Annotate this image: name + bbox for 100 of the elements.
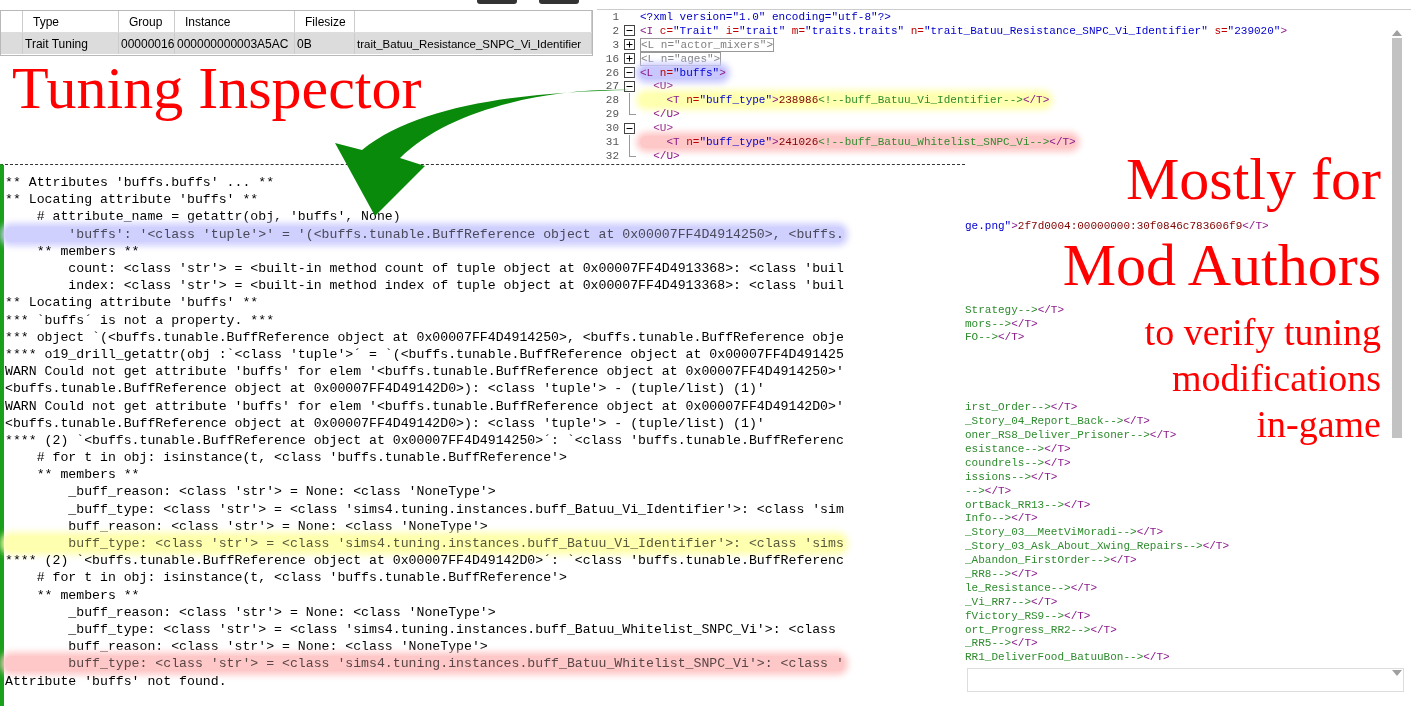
code-line: </U> [652,149,680,162]
toolbar-button[interactable] [539,0,579,4]
table-cell: 000000000003A5AC [175,33,295,54]
log-line: count: <class 'str'> = <built-in method count of tuple object at 0x00007FF4D4913368>: <class 'buil [67,261,844,277]
line-number: 28 [604,94,619,107]
scrollbar-thumb[interactable] [1392,38,1402,438]
line-number: 30 [604,122,619,135]
log-line: buff_reason: <class 'str'> = None: <class 'NoneType'> [67,518,488,534]
annotation-text: modifications [1172,356,1381,401]
code-line: <T n="buff_type">238986<!--buff_Batuu_Vi_Identifier--></T> [640,94,1050,107]
log-line: *** `buffs´ is not a property. *** [5,312,275,328]
scroll-down-icon[interactable] [1392,670,1402,676]
collapse-icon[interactable] [624,67,635,78]
log-line: # attribute_name = getattr(obj, 'buffs', None) [35,209,401,225]
column-header[interactable]: Filesize [295,11,355,32]
log-line: ** members ** [35,587,140,603]
code-line: RR1_DeliverFood_BatuuBon--></T> [965,651,1170,664]
code-line: <I c="Trait" i="trait" m="traits.traits" n="trait_Batuu_Resistance_SNPC_Vi_Identifier" s="239020"> [640,24,1287,37]
code-line: Strategy--></T> [965,303,1065,316]
code-line: ortBack_RR13--></T> [965,498,1091,511]
code-line: _Abandon_FirstOrder--></T> [965,554,1137,567]
log-line: WARN Could not get attribute 'buffs' for elem '<buffs.tunable.BuffReference object at 0x00007FF4D4914250>' [5,364,844,380]
code-line: le_Resistance--></T> [965,581,1098,594]
table-cell: Trait Tuning [23,33,119,54]
log-line: 'buffs': '<class 'tuple'>' = '(<buffs.tunable.BuffReference object at 0x00007FF4D4914250>, <buffs. [5,226,844,242]
code-line: _Vi_RR7--></T> [965,595,1058,608]
scroll-up-icon[interactable] [1392,30,1402,36]
log-line: <buffs.tunable.BuffReference object at 0x00007FF4D49142D0>): <class 'tuple'> - (tuple/list) (1)' [5,381,765,397]
code-line: coundrels--></T> [965,456,1071,469]
log-line: _buff_reason: <class 'str'> = None: <class 'NoneType'> [67,604,496,620]
code-line: </U> [652,108,680,121]
collapse-icon[interactable] [624,25,635,37]
code-line: irst_Order--></T> [965,401,1078,414]
code-line: fVictory_RS9--></T> [965,609,1091,622]
code-line: <?xml version="1.0" encoding="utf-8"?> [640,10,891,23]
log-line: _buff_type: <class 'str'> = <class 'sims4.tuning.instances.buff_Batuu_Vi_Identifier'>: <class 'sim [67,501,844,517]
line-number: 2 [611,24,619,37]
log-line: <buffs.tunable.BuffReference object at 0x00007FF4D49142D0>): <class 'tuple'> - (tuple/list) (1)' [5,415,765,431]
annotation-text: in-game [1256,402,1381,447]
log-line: ** members ** [35,467,140,483]
log-line: **** (2) `<buffs.tunable.BuffReference object at 0x00007FF4D4914250>´: `<class 'buffs.tunable.BuffReferenc [5,432,844,448]
code-line: Info--></T> [965,512,1038,525]
code-line: mors--></T> [965,317,1038,330]
line-number: 31 [604,135,619,148]
log-line: # for t in obj: isinstance(t, <class 'buffs.tunable.BuffReference'> [35,570,567,586]
toolbar-button[interactable] [477,0,517,4]
line-number: 3 [611,38,619,51]
code-line: <U> [652,122,673,135]
code-line: issions--></T> [965,470,1058,483]
log-line: *** object `(<buffs.tunable.BuffReference object at 0x00007FF4D4914250>, <buffs.tunable.BuffReference obje [5,329,844,345]
table-row[interactable]: Trait Tuning 00000016 000000000003A5AC 0B trait_Batuu_Resistance_SNPC_Vi_Identifier [1,33,592,54]
table-cell: 0B [295,33,355,54]
log-line: Attribute 'buffs' not found. [5,673,227,689]
code-line: _Story_03_Ask_About_Xwing_Repairs--></T> [965,540,1230,553]
log-line: buff_type: <class 'str'> = <class 'sims4.tuning.instances.buff_Batuu_Whitelist_SNPC_Vi'>: <class ' [5,656,844,672]
annotation-text: to verify tuning [1144,310,1381,355]
log-line: buff_reason: <class 'str'> = None: <class 'NoneType'> [67,639,488,655]
code-line: ge.png">2f7d0004:00000000:30f0846c783606f9</T> [965,219,1269,232]
log-line: ** Locating attribute 'buffs' ** [5,192,259,208]
column-header[interactable]: Group [119,11,175,32]
expand-icon[interactable] [624,39,635,51]
log-line: WARN Could not get attribute 'buffs' for elem '<buffs.tunable.BuffReference object at 0x00007FF4D49142D0>' [5,398,844,414]
code-line: FO--></T> [965,331,1025,344]
line-number: 16 [604,52,619,65]
log-line: buff_type: <class 'str'> = <class 'sims4.tuning.instances.buff_Batuu_Vi_Identifier'>: <class 'sims [5,536,844,552]
input-field[interactable] [967,668,1404,692]
scrollbar[interactable] [1390,30,1404,676]
log-line: **** o19_drill_getattr(obj :`<class 'tuple'>´ = `(<buffs.tunable.BuffReference object at 0x00007FF4D491425 [5,346,844,362]
code-line: esistance--></T> [965,442,1071,455]
code-line: _Story_04_Report_Back--></T> [965,415,1150,428]
code-line: ort_Progress_RR2--></T> [965,623,1117,636]
log-line: _buff_type: <class 'str'> = <class 'sims4.tuning.instances.buff_Batuu_Whitelist_SNPC_Vi'>: <class [67,621,836,637]
line-number: 27 [604,80,619,93]
log-line: **** (2) `<buffs.tunable.BuffReference object at 0x00007FF4D49142D0>´: `<class 'buffs.tunable.BuffReferenc [5,553,844,569]
code-line: _RR5--></T> [965,637,1038,650]
line-number: 1 [611,10,619,23]
collapse-icon[interactable] [624,122,635,134]
log-line: ** members ** [35,243,140,259]
line-number: 32 [604,149,619,162]
code-line: oner_RS8_Deliver_Prisoner--></T> [965,429,1177,442]
code-line: <T n="buff_type">241026<!--buff_Batuu_Whitelist_SNPC_Vi--></T> [640,135,1076,148]
log-line: ** Attributes 'buffs.buffs' ... ** [5,175,275,191]
column-header[interactable]: Instance [175,11,295,32]
code-line: --></T> [965,484,1012,497]
expand-icon[interactable] [624,53,635,65]
annotation-heading: Mod Authors [1062,233,1381,297]
code-line: <L n="buffs"> [640,66,726,79]
collapse-icon[interactable] [624,80,635,92]
annotation-heading: Mostly for [1126,147,1381,211]
code-line: _Story_03__MeetViMoradi--></T> [965,526,1164,539]
column-header[interactable]: Type [23,11,119,32]
log-line: ** Locating attribute 'buffs' ** [5,295,259,311]
log-line: _buff_reason: <class 'str'> = None: <class 'NoneType'> [67,484,496,500]
log-line: # for t in obj: isinstance(t, <class 'buffs.tunable.BuffReference'> [35,450,567,466]
code-line: <U> [652,80,673,93]
table-cell: 00000016 [119,33,175,54]
log-line: index: <class 'str'> = <built-in method index of tuple object at 0x00007FF4D4913368>: <class 'buil [67,278,844,294]
code-line: _RR8--></T> [965,568,1038,580]
line-number: 26 [604,66,619,79]
table-cell: trait_Batuu_Resistance_SNPC_Vi_Identifier [355,33,592,54]
